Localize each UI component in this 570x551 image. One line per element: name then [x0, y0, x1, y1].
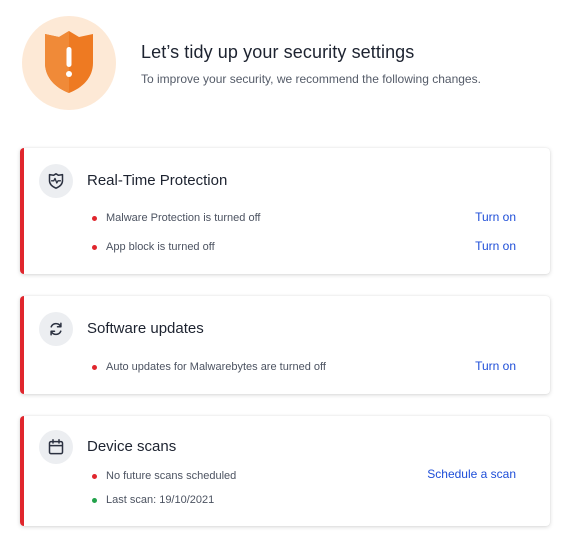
issue-text: No future scans scheduled [106, 470, 237, 482]
issue-row: Auto updates for Malwarebytes are turned… [92, 361, 326, 373]
page-subtitle: To improve your security, we recommend t… [141, 72, 481, 86]
issue-row: Last scan: 19/10/2021 [92, 494, 214, 506]
alert-dot [92, 364, 97, 370]
refresh-icon [50, 322, 62, 336]
ok-dot [92, 497, 97, 503]
issue-text: Malware Protection is turned off [106, 212, 261, 224]
alert-dot [92, 244, 97, 250]
card-icon-circle [39, 430, 73, 464]
schedule-scan-button[interactable]: Schedule a scan [427, 467, 516, 481]
warning-shield-icon [45, 31, 93, 93]
card-title: Device scans [87, 438, 177, 455]
card-title: Software updates [87, 320, 204, 337]
card-title: Real-Time Protection [87, 172, 228, 189]
card-real-time-protection: Real-Time Protection Malware Protection … [20, 148, 550, 274]
calendar-icon [48, 439, 64, 455]
alert-dot [92, 215, 97, 221]
card-device-scans: Device scans No future scans scheduled S… [20, 416, 550, 526]
issue-text: Auto updates for Malwarebytes are turned… [106, 361, 326, 373]
card-software-updates: Software updates Auto updates for Malwar… [20, 296, 550, 394]
turn-on-app-block-button[interactable]: Turn on [475, 239, 516, 253]
page-title: Let’s tidy up your security settings [141, 42, 415, 62]
alert-dot [92, 473, 97, 479]
turn-on-malware-protection-button[interactable]: Turn on [475, 210, 516, 224]
page-header: Let’s tidy up your security settings To … [0, 0, 570, 130]
issue-row: Malware Protection is turned off [92, 212, 260, 224]
header-icon-circle [22, 16, 116, 110]
turn-on-auto-updates-button[interactable]: Turn on [475, 359, 516, 373]
card-icon-circle [39, 312, 73, 346]
card-icon-circle [39, 164, 73, 198]
issue-text: Last scan: 19/10/2021 [106, 494, 215, 506]
issue-row: No future scans scheduled [92, 470, 236, 482]
shield-pulse-icon [48, 173, 64, 189]
issue-row: App block is turned off [92, 241, 215, 253]
issue-text: App block is turned off [106, 241, 215, 253]
